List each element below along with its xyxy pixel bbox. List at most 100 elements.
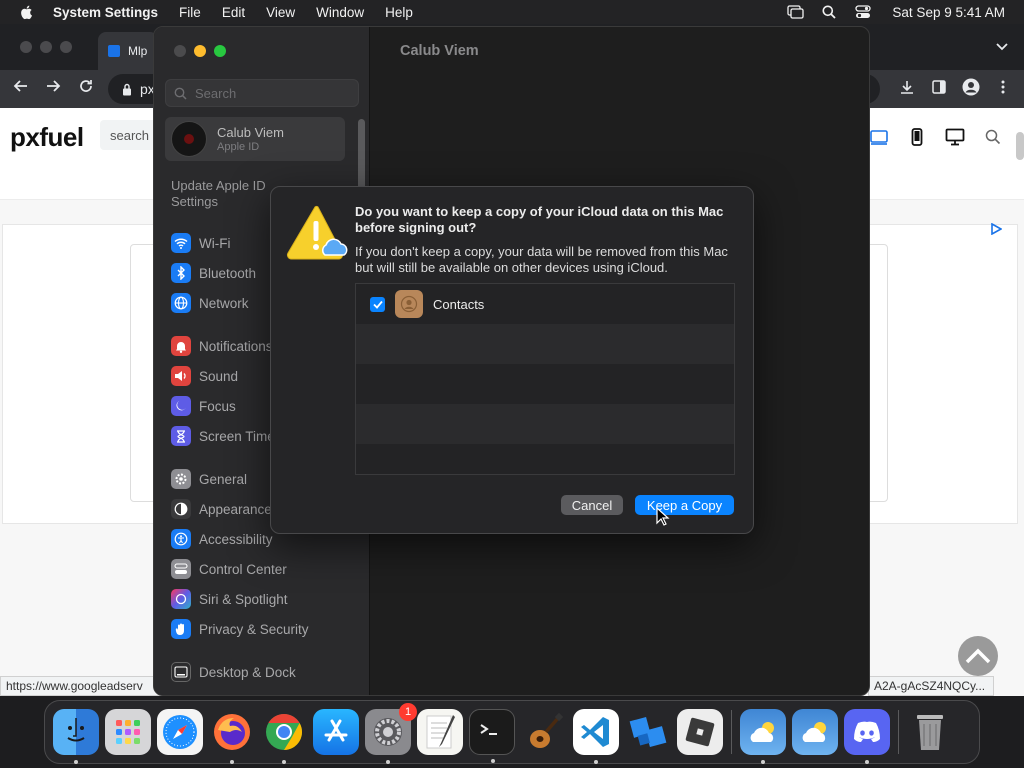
dock-system-settings[interactable]: 1 <box>365 703 417 764</box>
dock-weather[interactable] <box>740 709 786 764</box>
menu-help[interactable]: Help <box>385 5 413 20</box>
dock-textedit[interactable] <box>417 709 463 755</box>
sidebar-item-focus[interactable]: Focus <box>171 395 236 417</box>
siri-icon <box>171 589 191 609</box>
back-arrow-icon[interactable] <box>13 78 29 99</box>
lock-icon <box>123 83 131 95</box>
browser-tab-label: Mlp <box>128 44 148 58</box>
dialog-message: If you don't keep a copy, your data will… <box>355 244 728 275</box>
link-status-bar-right: A2A-gAcSZ4NQCy... <box>868 676 994 696</box>
browser-traffic-lights <box>20 41 72 53</box>
page-scrollbar[interactable] <box>1016 132 1024 160</box>
dock-roblox-studio[interactable] <box>625 709 671 755</box>
keep-a-copy-button[interactable]: Keep a Copy <box>635 495 734 515</box>
dock-finder[interactable] <box>53 709 99 764</box>
sidebar-item-siri-spotlight[interactable]: Siri & Spotlight <box>171 588 288 610</box>
browser-menu-icon[interactable] <box>994 78 1012 96</box>
menu-clock[interactable]: Sat Sep 9 5:41 AM <box>892 5 1005 20</box>
sidebar-item-appearance[interactable]: Appearance <box>171 498 272 520</box>
control-center-icon[interactable] <box>854 3 872 21</box>
empty-list-row <box>356 404 734 444</box>
dock-launchpad[interactable] <box>105 709 151 755</box>
site-logo[interactable]: pxfuel <box>10 122 84 153</box>
sidebar-item-accessibility[interactable]: Accessibility <box>171 528 273 550</box>
minimize-window-button[interactable] <box>194 45 206 57</box>
notification-badge: 1 <box>399 703 417 721</box>
ad-choices-icon[interactable] <box>990 222 1003 238</box>
menu-edit[interactable]: Edit <box>222 5 245 20</box>
accessibility-icon <box>171 529 191 549</box>
sidebar-item-wifi[interactable]: Wi-Fi <box>171 232 230 254</box>
maximize-window-button[interactable] <box>214 45 226 57</box>
sidebar-item-label: Privacy & Security <box>199 621 309 637</box>
sidebar-item-sound[interactable]: Sound <box>171 365 238 387</box>
avatar <box>171 121 207 157</box>
weather-icon <box>750 722 774 742</box>
menu-window[interactable]: Window <box>316 5 364 20</box>
contacts-checkbox[interactable] <box>370 296 385 312</box>
dock-roblox[interactable] <box>677 709 723 755</box>
dock-firefox[interactable] <box>209 709 255 764</box>
window-traffic-lights <box>174 45 226 57</box>
menu-file[interactable]: File <box>179 5 201 20</box>
checkmark-icon <box>372 300 383 309</box>
apple-logo-icon[interactable] <box>19 4 35 20</box>
gear-icon <box>171 469 191 489</box>
dock-chrome[interactable] <box>261 709 307 764</box>
contacts-label: Contacts <box>433 296 485 312</box>
dock-discord[interactable] <box>844 709 890 764</box>
sidebar-item-label: Sound <box>199 368 239 384</box>
sidebar-item-privacy-security[interactable]: Privacy & Security <box>171 618 309 640</box>
sidebar-item-notifications[interactable]: Notifications <box>171 335 273 357</box>
dock-terminal[interactable] <box>469 709 515 763</box>
sidebar-item-label: Siri & Spotlight <box>199 591 288 607</box>
finder-icon <box>67 718 85 742</box>
dock-separator <box>731 710 732 754</box>
sidebar-item-network[interactable]: Network <box>171 292 249 314</box>
dock-garageband[interactable] <box>521 709 567 755</box>
browser-tab[interactable]: Mlp <box>98 32 158 70</box>
list-item[interactable]: Contacts <box>356 284 734 324</box>
textedit-icon <box>426 715 455 749</box>
tab-search-chevron-icon[interactable] <box>996 40 1008 54</box>
sidebar-item-label: Focus <box>199 398 236 414</box>
download-icon[interactable] <box>898 78 916 96</box>
sidebar-item-general[interactable]: General <box>171 468 247 490</box>
screen-mirroring-icon[interactable] <box>786 3 804 21</box>
sidebar-item-screen-time[interactable]: Screen Time <box>171 425 275 447</box>
forward-arrow-icon[interactable] <box>45 78 61 99</box>
chevron-up-icon <box>965 648 991 664</box>
dock-trash[interactable] <box>907 709 953 755</box>
dock-vscode[interactable] <box>573 709 619 764</box>
dock-icon <box>171 662 191 682</box>
cancel-button[interactable]: Cancel <box>561 495 623 515</box>
sidebar-item-label: Accessibility <box>199 531 273 547</box>
sign-out-dialog: Do you want to keep a copy of your iClou… <box>270 186 754 534</box>
app-store-icon <box>324 719 348 742</box>
sidebar-item-control-center[interactable]: Control Center <box>171 558 287 580</box>
page-title: Calub Viem <box>400 43 479 59</box>
search-icon <box>174 87 187 100</box>
sidebar-item-desktop-dock[interactable]: Desktop & Dock <box>171 661 296 683</box>
side-panel-icon[interactable] <box>930 78 948 96</box>
scroll-to-top-button[interactable] <box>958 636 998 676</box>
roblox-icon <box>685 717 715 747</box>
menu-app-name[interactable]: System Settings <box>53 5 158 20</box>
site-search-icon[interactable] <box>982 126 1004 148</box>
profile-icon[interactable] <box>962 78 980 96</box>
desktop-monitor-icon[interactable] <box>944 126 966 148</box>
settings-search-field[interactable]: Search <box>165 79 359 107</box>
dock-app-store[interactable] <box>313 709 359 755</box>
dock-safari[interactable] <box>157 709 203 755</box>
menu-view[interactable]: View <box>266 5 295 20</box>
close-window-button[interactable] <box>174 45 186 57</box>
reload-icon[interactable] <box>78 78 94 99</box>
tablet-icon[interactable] <box>868 126 890 148</box>
spotlight-search-icon[interactable] <box>820 3 838 21</box>
sidebar-item-bluetooth[interactable]: Bluetooth <box>171 262 256 284</box>
dock-weather-2[interactable] <box>792 709 838 755</box>
menu-bar: System Settings File Edit View Window He… <box>0 0 1024 24</box>
mobile-phone-icon[interactable] <box>906 126 928 148</box>
settings-search-placeholder: Search <box>195 85 237 101</box>
apple-id-account[interactable]: Calub Viem Apple ID <box>165 117 345 161</box>
